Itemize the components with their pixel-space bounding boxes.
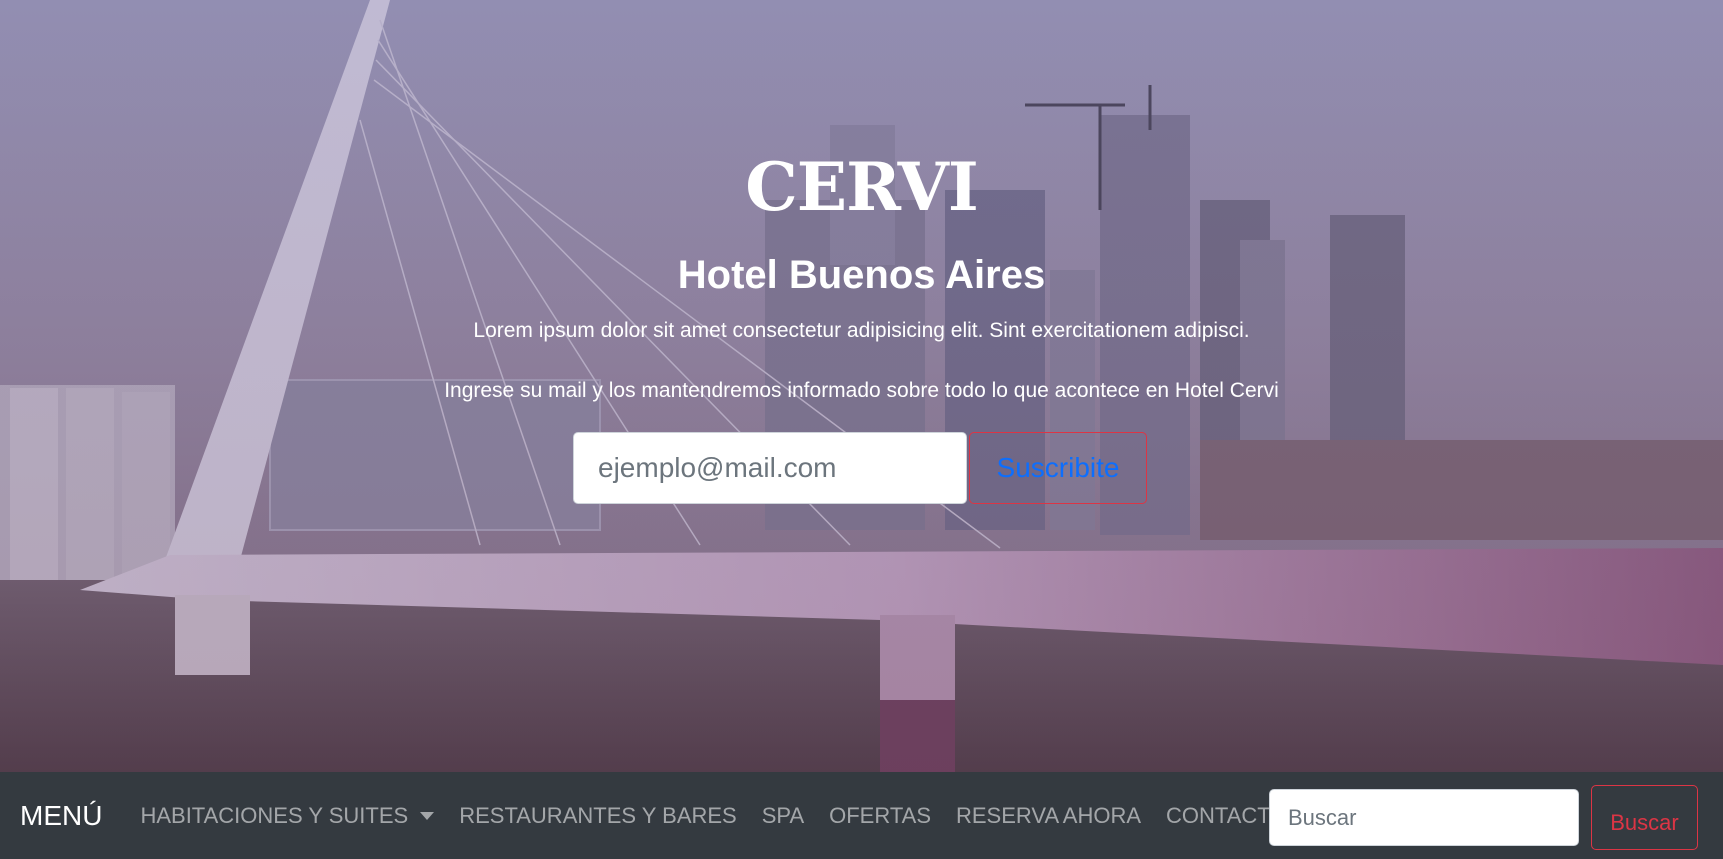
nav-item-ofertas[interactable]: OFERTAS	[829, 803, 931, 829]
nav-item-habitaciones-y-suites[interactable]: HABITACIONES Y SUITES	[140, 802, 435, 829]
hero-content: CERVI Hotel Buenos Aires Lorem ipsum dol…	[0, 0, 1723, 772]
hotel-logo: CERVI	[745, 148, 978, 226]
email-input[interactable]	[573, 432, 967, 504]
newsletter-invite-text: Ingrese su mail y los mantendremos infor…	[444, 379, 1279, 402]
nav-item-label: HABITACIONES Y SUITES	[140, 802, 409, 828]
hero-subtitle: Lorem ipsum dolor sit amet consectetur a…	[473, 319, 1250, 342]
subscribe-button[interactable]: Suscribite	[969, 432, 1147, 504]
nav-items: HABITACIONES Y SUITES RESTAURANTES Y BAR…	[140, 803, 1312, 829]
nav-item-restaurantes-y-bares[interactable]: RESTAURANTES Y BARES	[459, 803, 737, 829]
navbar-brand[interactable]: MENÚ	[20, 800, 102, 832]
nav-item-spa[interactable]: SPA	[762, 803, 804, 829]
search-button[interactable]: Buscar	[1591, 785, 1698, 850]
caret-down-icon	[420, 811, 435, 820]
nav-item-reserva-ahora[interactable]: RESERVA AHORA	[956, 803, 1141, 829]
main-navbar: MENÚ HABITACIONES Y SUITES RESTAURANTES …	[0, 772, 1723, 859]
search-input[interactable]	[1269, 789, 1579, 846]
hero-section: CERVI Hotel Buenos Aires Lorem ipsum dol…	[0, 0, 1723, 772]
newsletter-form: Suscribite	[573, 432, 1147, 504]
hero-title: Hotel Buenos Aires	[677, 253, 1046, 297]
